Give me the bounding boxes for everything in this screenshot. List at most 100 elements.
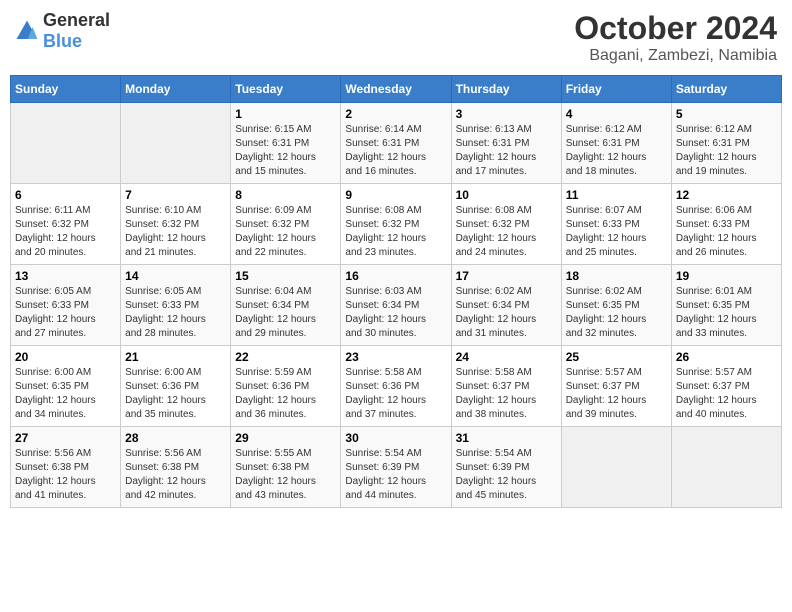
day-detail: Sunrise: 6:04 AM Sunset: 6:34 PM Dayligh… bbox=[235, 285, 336, 341]
day-detail: Sunrise: 6:03 AM Sunset: 6:34 PM Dayligh… bbox=[345, 285, 446, 341]
day-number: 9 bbox=[345, 188, 446, 202]
day-number: 5 bbox=[676, 107, 777, 121]
day-detail: Sunrise: 5:56 AM Sunset: 6:38 PM Dayligh… bbox=[15, 447, 116, 503]
day-number: 18 bbox=[566, 269, 667, 283]
calendar-cell: 21 Sunrise: 6:00 AM Sunset: 6:36 PM Dayli… bbox=[121, 346, 231, 427]
calendar-header-tuesday: Tuesday bbox=[231, 76, 341, 103]
calendar-header-friday: Friday bbox=[561, 76, 671, 103]
day-number: 4 bbox=[566, 107, 667, 121]
day-detail: Sunrise: 6:12 AM Sunset: 6:31 PM Dayligh… bbox=[566, 123, 667, 179]
calendar-cell: 5 Sunrise: 6:12 AM Sunset: 6:31 PM Daylig… bbox=[671, 103, 781, 184]
calendar-cell: 31Sunrise: 5:54 AM Sunset: 6:39 PM Dayli… bbox=[451, 427, 561, 508]
day-number: 14 bbox=[125, 269, 226, 283]
day-detail: Sunrise: 6:05 AM Sunset: 6:33 PM Dayligh… bbox=[125, 285, 226, 341]
calendar-cell: 11 Sunrise: 6:07 AM Sunset: 6:33 PM Dayli… bbox=[561, 184, 671, 265]
calendar-cell: 14 Sunrise: 6:05 AM Sunset: 6:33 PM Dayli… bbox=[121, 265, 231, 346]
day-detail: Sunrise: 5:54 AM Sunset: 6:39 PM Dayligh… bbox=[345, 447, 446, 503]
calendar-header-sunday: Sunday bbox=[11, 76, 121, 103]
calendar-cell: 8 Sunrise: 6:09 AM Sunset: 6:32 PM Daylig… bbox=[231, 184, 341, 265]
calendar-cell: 2 Sunrise: 6:14 AM Sunset: 6:31 PM Daylig… bbox=[341, 103, 451, 184]
day-number: 29 bbox=[235, 431, 336, 445]
day-number: 26 bbox=[676, 350, 777, 364]
day-detail: Sunrise: 6:01 AM Sunset: 6:35 PM Dayligh… bbox=[676, 285, 777, 341]
day-number: 13 bbox=[15, 269, 116, 283]
day-number: 7 bbox=[125, 188, 226, 202]
page-header: General Blue October 2024 Bagani, Zambez… bbox=[10, 10, 782, 65]
logo-blue: Blue bbox=[43, 31, 82, 51]
calendar-cell: 12Sunrise: 6:06 AM Sunset: 6:33 PM Dayli… bbox=[671, 184, 781, 265]
calendar-cell bbox=[561, 427, 671, 508]
calendar-header-thursday: Thursday bbox=[451, 76, 561, 103]
day-number: 8 bbox=[235, 188, 336, 202]
day-detail: Sunrise: 5:56 AM Sunset: 6:38 PM Dayligh… bbox=[125, 447, 226, 503]
day-detail: Sunrise: 6:00 AM Sunset: 6:36 PM Dayligh… bbox=[125, 366, 226, 422]
day-number: 1 bbox=[235, 107, 336, 121]
day-number: 16 bbox=[345, 269, 446, 283]
page-title: October 2024 bbox=[574, 10, 777, 47]
day-detail: Sunrise: 6:11 AM Sunset: 6:32 PM Dayligh… bbox=[15, 204, 116, 260]
day-detail: Sunrise: 6:02 AM Sunset: 6:34 PM Dayligh… bbox=[456, 285, 557, 341]
day-number: 25 bbox=[566, 350, 667, 364]
calendar-cell: 20Sunrise: 6:00 AM Sunset: 6:35 PM Dayli… bbox=[11, 346, 121, 427]
logo: General Blue bbox=[15, 10, 110, 52]
day-detail: Sunrise: 5:58 AM Sunset: 6:36 PM Dayligh… bbox=[345, 366, 446, 422]
day-detail: Sunrise: 5:59 AM Sunset: 6:36 PM Dayligh… bbox=[235, 366, 336, 422]
calendar-cell: 18 Sunrise: 6:02 AM Sunset: 6:35 PM Dayli… bbox=[561, 265, 671, 346]
day-number: 11 bbox=[566, 188, 667, 202]
day-detail: Sunrise: 6:09 AM Sunset: 6:32 PM Dayligh… bbox=[235, 204, 336, 260]
day-number: 24 bbox=[456, 350, 557, 364]
calendar-week-row: 1Sunrise: 6:15 AM Sunset: 6:31 PM Daylig… bbox=[11, 103, 782, 184]
calendar-header-monday: Monday bbox=[121, 76, 231, 103]
calendar-cell: 24 Sunrise: 5:58 AM Sunset: 6:37 PM Dayli… bbox=[451, 346, 561, 427]
day-number: 19 bbox=[676, 269, 777, 283]
page-location: Bagani, Zambezi, Namibia bbox=[574, 47, 777, 65]
calendar-cell: 26 Sunrise: 5:57 AM Sunset: 6:37 PM Dayli… bbox=[671, 346, 781, 427]
calendar-cell: 4 Sunrise: 6:12 AM Sunset: 6:31 PM Daylig… bbox=[561, 103, 671, 184]
calendar-cell bbox=[121, 103, 231, 184]
day-detail: Sunrise: 6:08 AM Sunset: 6:32 PM Dayligh… bbox=[345, 204, 446, 260]
calendar-week-row: 6Sunrise: 6:11 AM Sunset: 6:32 PM Daylig… bbox=[11, 184, 782, 265]
calendar-cell: 28 Sunrise: 5:56 AM Sunset: 6:38 PM Dayli… bbox=[121, 427, 231, 508]
day-number: 27 bbox=[15, 431, 116, 445]
calendar-cell: 23 Sunrise: 5:58 AM Sunset: 6:36 PM Dayli… bbox=[341, 346, 451, 427]
calendar-cell: 30 Sunrise: 5:54 AM Sunset: 6:39 PM Dayli… bbox=[341, 427, 451, 508]
day-detail: Sunrise: 5:58 AM Sunset: 6:37 PM Dayligh… bbox=[456, 366, 557, 422]
day-detail: Sunrise: 6:14 AM Sunset: 6:31 PM Dayligh… bbox=[345, 123, 446, 179]
day-number: 23 bbox=[345, 350, 446, 364]
day-number: 12 bbox=[676, 188, 777, 202]
calendar-cell: 27 Sunrise: 5:56 AM Sunset: 6:38 PM Dayli… bbox=[11, 427, 121, 508]
day-detail: Sunrise: 5:57 AM Sunset: 6:37 PM Dayligh… bbox=[566, 366, 667, 422]
day-number: 21 bbox=[125, 350, 226, 364]
logo-icon bbox=[15, 19, 39, 43]
calendar-cell: 9 Sunrise: 6:08 AM Sunset: 6:32 PM Daylig… bbox=[341, 184, 451, 265]
day-detail: Sunrise: 5:55 AM Sunset: 6:38 PM Dayligh… bbox=[235, 447, 336, 503]
calendar-header-wednesday: Wednesday bbox=[341, 76, 451, 103]
calendar-cell bbox=[11, 103, 121, 184]
day-number: 28 bbox=[125, 431, 226, 445]
calendar-cell: 7 Sunrise: 6:10 AM Sunset: 6:32 PM Daylig… bbox=[121, 184, 231, 265]
calendar-cell: 6Sunrise: 6:11 AM Sunset: 6:32 PM Daylig… bbox=[11, 184, 121, 265]
day-detail: Sunrise: 6:13 AM Sunset: 6:31 PM Dayligh… bbox=[456, 123, 557, 179]
calendar-week-row: 27 Sunrise: 5:56 AM Sunset: 6:38 PM Dayli… bbox=[11, 427, 782, 508]
day-detail: Sunrise: 6:02 AM Sunset: 6:35 PM Dayligh… bbox=[566, 285, 667, 341]
day-detail: Sunrise: 6:08 AM Sunset: 6:32 PM Dayligh… bbox=[456, 204, 557, 260]
calendar-week-row: 20Sunrise: 6:00 AM Sunset: 6:35 PM Dayli… bbox=[11, 346, 782, 427]
day-number: 2 bbox=[345, 107, 446, 121]
day-detail: Sunrise: 6:00 AM Sunset: 6:35 PM Dayligh… bbox=[15, 366, 116, 422]
day-number: 30 bbox=[345, 431, 446, 445]
calendar-header-saturday: Saturday bbox=[671, 76, 781, 103]
calendar-header-row: SundayMondayTuesdayWednesdayThursdayFrid… bbox=[11, 76, 782, 103]
calendar-cell: 10 Sunrise: 6:08 AM Sunset: 6:32 PM Dayli… bbox=[451, 184, 561, 265]
day-number: 10 bbox=[456, 188, 557, 202]
day-detail: Sunrise: 6:07 AM Sunset: 6:33 PM Dayligh… bbox=[566, 204, 667, 260]
calendar-cell: 3Sunrise: 6:13 AM Sunset: 6:31 PM Daylig… bbox=[451, 103, 561, 184]
day-detail: Sunrise: 5:57 AM Sunset: 6:37 PM Dayligh… bbox=[676, 366, 777, 422]
calendar-cell: 17 Sunrise: 6:02 AM Sunset: 6:34 PM Dayli… bbox=[451, 265, 561, 346]
day-detail: Sunrise: 6:10 AM Sunset: 6:32 PM Dayligh… bbox=[125, 204, 226, 260]
calendar-week-row: 13 Sunrise: 6:05 AM Sunset: 6:33 PM Dayli… bbox=[11, 265, 782, 346]
day-number: 17 bbox=[456, 269, 557, 283]
logo-text: General Blue bbox=[43, 10, 110, 52]
day-detail: Sunrise: 6:12 AM Sunset: 6:31 PM Dayligh… bbox=[676, 123, 777, 179]
day-detail: Sunrise: 6:05 AM Sunset: 6:33 PM Dayligh… bbox=[15, 285, 116, 341]
day-number: 15 bbox=[235, 269, 336, 283]
